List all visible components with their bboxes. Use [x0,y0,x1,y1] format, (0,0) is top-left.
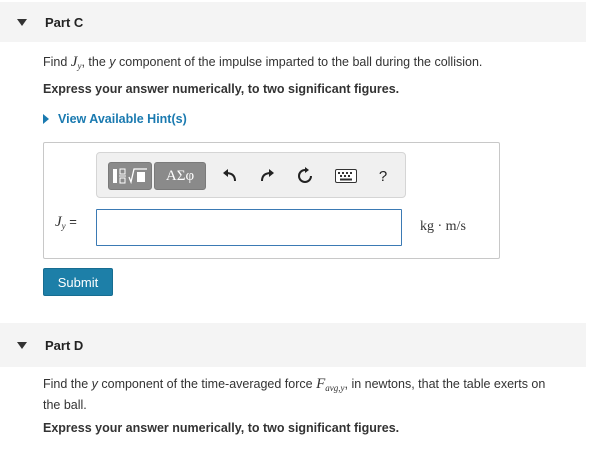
answer-input[interactable] [96,209,402,246]
keyboard-icon[interactable] [333,165,359,187]
part-d-instruction: Express your answer numerically, to two … [43,421,400,435]
help-button[interactable]: ? [372,165,394,187]
part-d-header[interactable]: Part D [0,323,586,367]
undo-icon[interactable] [219,165,241,187]
math-toolbar: ΑΣφ ? [96,152,406,198]
fraction-sqrt-icon [113,168,147,185]
favg-symbol: Favg,y [316,376,345,393]
symbols-button[interactable]: ΑΣφ [154,162,206,190]
expand-caret-icon [43,114,49,124]
part-d-title: Part D [45,337,84,353]
part-c-header[interactable]: Part C [0,2,586,42]
redo-icon[interactable] [256,165,278,187]
hint-label[interactable]: View Available Hint(s) [58,112,187,126]
part-d-question: Find the y component of the time-average… [43,376,546,412]
reset-icon[interactable] [294,165,316,187]
jy-symbol: Jy [70,54,82,71]
submit-button[interactable]: Submit [43,268,113,296]
answer-units: kg · m/s [420,219,466,234]
part-c-instruction: Express your answer numerically, to two … [43,82,400,96]
view-hints-link[interactable]: View Available Hint(s) [43,112,187,126]
part-c-question: Find Jy, the y component of the impulse … [43,54,483,71]
templates-button[interactable] [108,162,152,190]
answer-label: Jy = [55,214,77,231]
collapse-caret-icon[interactable] [17,18,27,26]
collapse-caret-icon[interactable] [17,341,27,349]
part-c-title: Part C [45,14,84,30]
